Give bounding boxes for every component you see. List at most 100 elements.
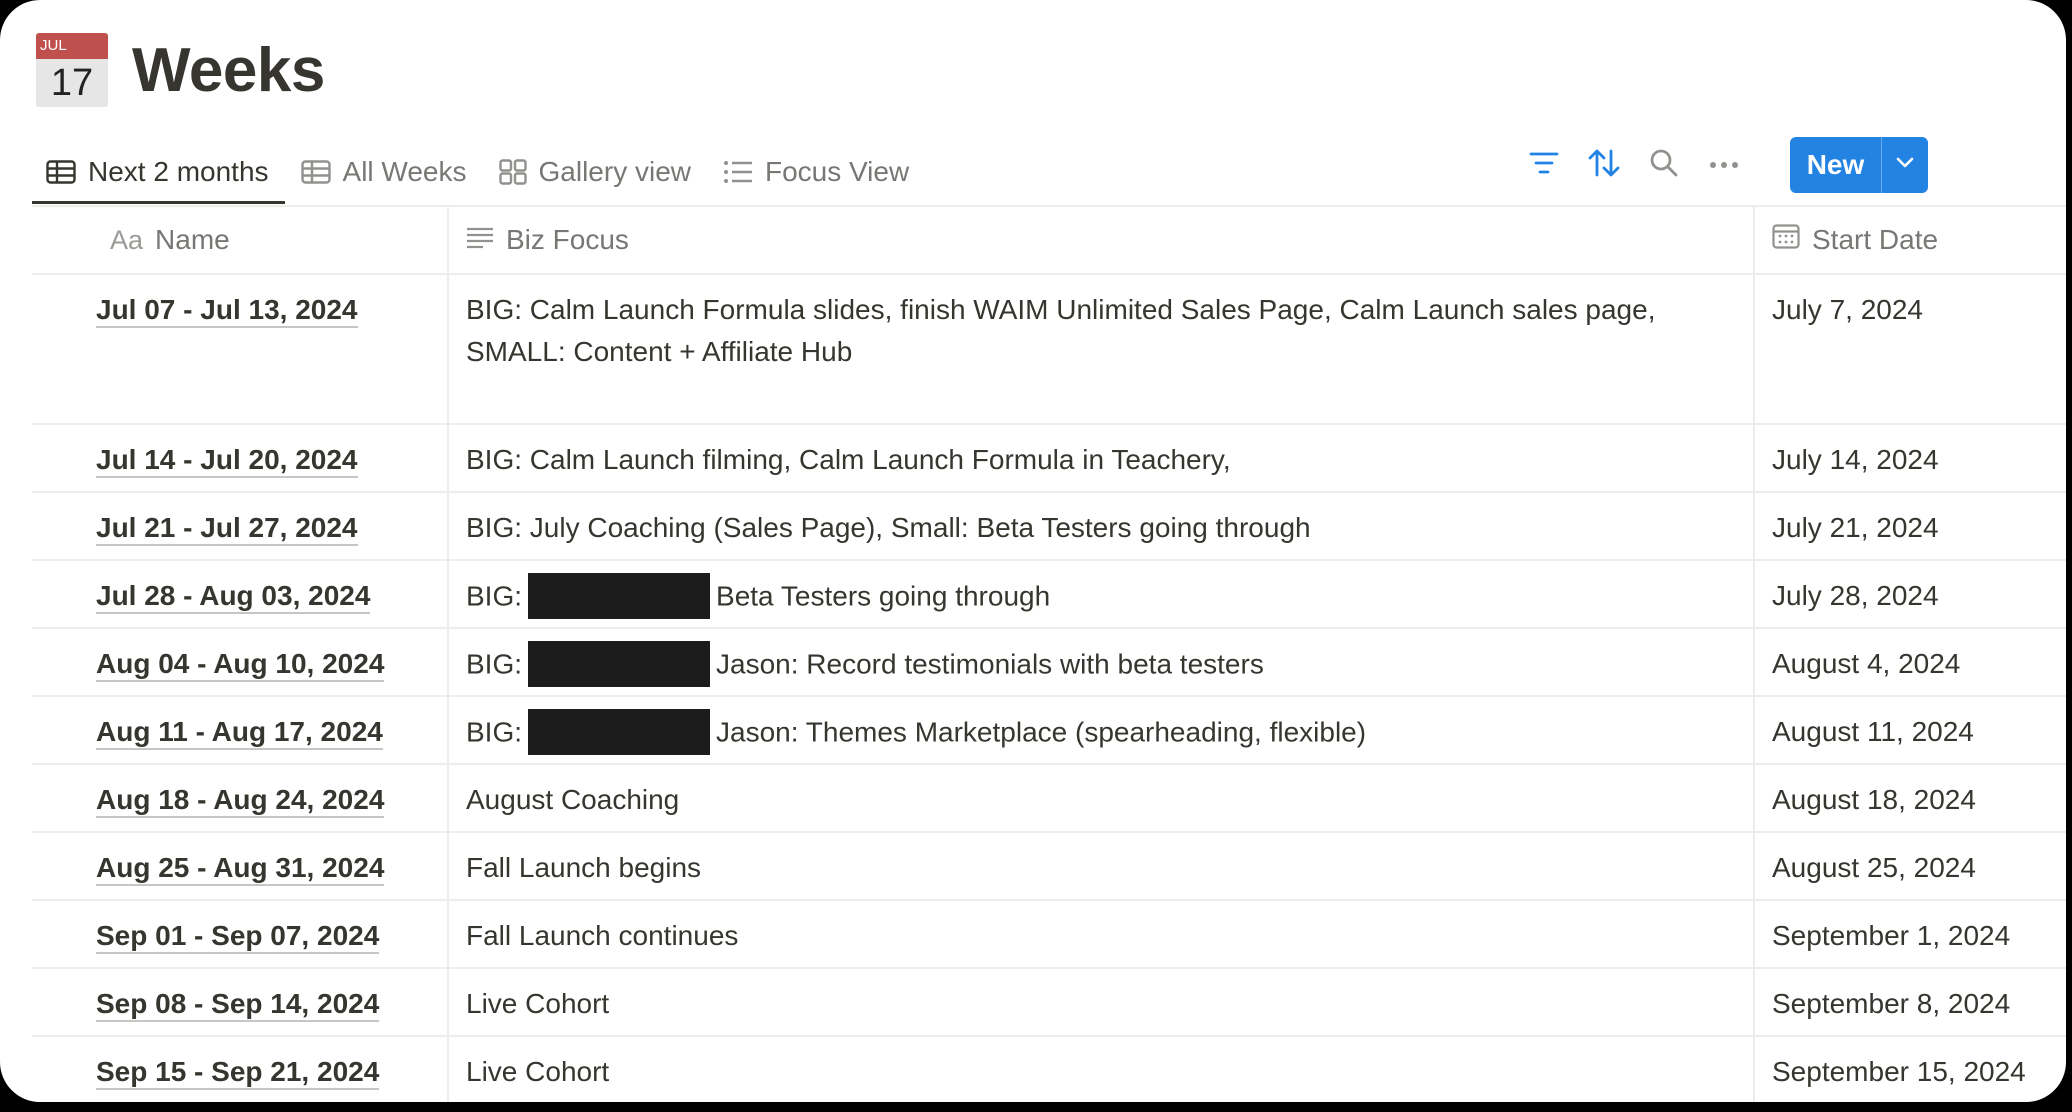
name-cell[interactable]: Aug 25 - Aug 31, 2024 <box>32 833 449 899</box>
start-date-cell[interactable]: August 25, 2024 <box>1755 833 2066 899</box>
biz-focus-cell[interactable]: BIG: Calm Launch filming, Calm Launch Fo… <box>449 425 1755 491</box>
search-icon <box>1649 148 1679 183</box>
sort-icon <box>1588 148 1620 183</box>
row-title-link[interactable]: Jul 07 - Jul 13, 2024 <box>96 294 358 328</box>
table-row[interactable]: Jul 28 - Aug 03, 2024 BIG: Beta Testers g… <box>32 561 2066 629</box>
biz-focus-text: Beta Testers going through <box>716 580 1051 612</box>
calendar-icon-month: JUL <box>40 37 67 54</box>
table-row[interactable]: Jul 21 - Jul 27, 2024 BIG: July Coaching… <box>32 493 2066 561</box>
biz-focus-cell[interactable]: BIG: July Coaching (Sales Page), Small: … <box>449 493 1755 559</box>
start-date-cell[interactable]: July 28, 2024 <box>1755 561 2066 627</box>
calendar-icon <box>1772 219 1800 261</box>
tab-all-weeks[interactable]: All Weeks <box>285 140 483 204</box>
table-row[interactable]: Jul 14 - Jul 20, 2024 BIG: Calm Launch f… <box>32 425 2066 493</box>
table-row[interactable]: Sep 01 - Sep 07, 2024 Fall Launch contin… <box>32 901 2066 969</box>
start-date-cell[interactable]: July 7, 2024 <box>1755 275 2066 423</box>
start-date-cell[interactable]: September 15, 2024 <box>1755 1037 2066 1102</box>
row-title-link[interactable]: Aug 04 - Aug 10, 2024 <box>96 648 385 682</box>
tab-label: Focus View <box>764 156 910 187</box>
name-cell[interactable]: Sep 01 - Sep 07, 2024 <box>32 901 449 967</box>
row-title-link[interactable]: Aug 25 - Aug 31, 2024 <box>96 852 385 886</box>
start-date-cell[interactable]: July 21, 2024 <box>1755 493 2066 559</box>
column-header-label: Biz Focus <box>506 224 629 255</box>
biz-focus-cell[interactable]: Live Cohort <box>449 969 1755 1035</box>
name-cell[interactable]: Sep 15 - Sep 21, 2024 <box>32 1037 449 1102</box>
table-row[interactable]: Aug 18 - Aug 24, 2024 August Coaching Au… <box>32 765 2066 833</box>
biz-focus-cell[interactable]: Fall Launch begins <box>449 833 1755 899</box>
name-cell[interactable]: Aug 11 - Aug 17, 2024 <box>32 697 449 763</box>
row-title-link[interactable]: Sep 08 - Sep 14, 2024 <box>96 988 380 1022</box>
database-table: Aa Name Biz Focus Start Date Jul 07 - Ju… <box>32 205 2066 1102</box>
row-title-link[interactable]: Jul 14 - Jul 20, 2024 <box>96 444 358 478</box>
page-header: JUL 17 Weeks <box>36 30 325 110</box>
row-title-link[interactable]: Aug 11 - Aug 17, 2024 <box>96 716 383 750</box>
sort-button[interactable] <box>1580 141 1628 189</box>
table-icon <box>46 160 76 184</box>
filter-button[interactable] <box>1520 141 1568 189</box>
tab-label: Gallery view <box>538 156 691 187</box>
name-cell[interactable]: Aug 18 - Aug 24, 2024 <box>32 765 449 831</box>
search-button[interactable] <box>1640 141 1688 189</box>
name-cell[interactable]: Aug 04 - Aug 10, 2024 <box>32 629 449 695</box>
table-icon <box>300 160 331 184</box>
table-header-row: Aa Name Biz Focus Start Date <box>32 207 2066 275</box>
column-header-label: Start Date <box>1812 224 1939 255</box>
start-date-cell[interactable]: August 11, 2024 <box>1755 697 2066 763</box>
tab-label: All Weeks <box>342 156 467 187</box>
tab-label: Next 2 months <box>88 156 269 187</box>
view-toolbar: New <box>1520 137 1928 193</box>
text-lines-icon <box>466 219 494 261</box>
biz-focus-cell[interactable]: BIG: Jason: Record testimonials with beta… <box>449 629 1755 695</box>
start-date-cell[interactable]: August 4, 2024 <box>1755 629 2066 695</box>
more-options-button[interactable] <box>1700 141 1748 189</box>
biz-focus-cell[interactable]: Fall Launch continues <box>449 901 1755 967</box>
row-title-link[interactable]: Sep 01 - Sep 07, 2024 <box>96 920 380 954</box>
row-title-link[interactable]: Sep 15 - Sep 21, 2024 <box>96 1056 380 1090</box>
table-row[interactable]: Jul 07 - Jul 13, 2024 BIG: Calm Launch F… <box>32 275 2066 425</box>
start-date-cell[interactable]: August 18, 2024 <box>1755 765 2066 831</box>
name-cell[interactable]: Jul 14 - Jul 20, 2024 <box>32 425 449 491</box>
start-date-cell[interactable]: September 1, 2024 <box>1755 901 2066 967</box>
biz-focus-text: Jason: Themes Marketplace (spearheading,… <box>716 716 1367 748</box>
gallery-icon <box>498 159 527 185</box>
name-cell[interactable]: Jul 21 - Jul 27, 2024 <box>32 493 449 559</box>
table-row[interactable]: Aug 11 - Aug 17, 2024 BIG: Jason: Themes … <box>32 697 2066 765</box>
start-date-cell[interactable]: September 8, 2024 <box>1755 969 2066 1035</box>
start-date-cell[interactable]: July 14, 2024 <box>1755 425 2066 491</box>
table-row[interactable]: Aug 04 - Aug 10, 2024 BIG: Jason: Record … <box>32 629 2066 697</box>
biz-focus-line: SMALL: Content + Affiliate Hub <box>466 336 853 367</box>
list-icon <box>723 160 753 184</box>
name-cell[interactable]: Jul 07 - Jul 13, 2024 <box>32 275 449 423</box>
filter-icon <box>1529 151 1559 180</box>
redaction-block <box>528 709 711 755</box>
biz-focus-prefix: BIG: <box>466 580 523 612</box>
table-row[interactable]: Aug 25 - Aug 31, 2024 Fall Launch begins… <box>32 833 2066 901</box>
calendar-icon[interactable]: JUL 17 <box>36 33 108 107</box>
more-icon <box>1709 156 1739 174</box>
biz-focus-cell[interactable]: BIG: Calm Launch Formula slides, finish … <box>449 275 1755 423</box>
calendar-icon-top: JUL <box>36 33 108 59</box>
tab-focus-view[interactable]: Focus View <box>707 140 925 204</box>
new-dropdown-button[interactable] <box>1882 137 1928 193</box>
tab-next-2-months[interactable]: Next 2 months <box>32 140 285 204</box>
name-cell[interactable]: Jul 28 - Aug 03, 2024 <box>32 561 449 627</box>
calendar-icon-day: 17 <box>36 59 108 107</box>
row-title-link[interactable]: Aug 18 - Aug 24, 2024 <box>96 784 385 818</box>
name-cell[interactable]: Sep 08 - Sep 14, 2024 <box>32 969 449 1035</box>
biz-focus-cell[interactable]: BIG: Beta Testers going through <box>449 561 1755 627</box>
row-title-link[interactable]: Jul 28 - Aug 03, 2024 <box>96 580 371 614</box>
row-title-link[interactable]: Jul 21 - Jul 27, 2024 <box>96 512 358 546</box>
page-title[interactable]: Weeks <box>132 35 325 106</box>
table-row[interactable]: Sep 15 - Sep 21, 2024 Live Cohort Septem… <box>32 1037 2066 1102</box>
biz-focus-cell[interactable]: BIG: Jason: Themes Marketplace (spearhead… <box>449 697 1755 763</box>
new-button-group: New <box>1790 137 1928 193</box>
column-header-name[interactable]: Aa Name <box>32 207 449 273</box>
view-tabs: Next 2 months All Weeks Gallery view Foc… <box>32 140 925 204</box>
column-header-start-date[interactable]: Start Date <box>1755 207 2066 273</box>
biz-focus-cell[interactable]: Live Cohort <box>449 1037 1755 1102</box>
table-row[interactable]: Sep 08 - Sep 14, 2024 Live Cohort Septem… <box>32 969 2066 1037</box>
tab-gallery-view[interactable]: Gallery view <box>483 140 707 204</box>
biz-focus-cell[interactable]: August Coaching <box>449 765 1755 831</box>
column-header-biz-focus[interactable]: Biz Focus <box>449 207 1755 273</box>
new-button[interactable]: New <box>1790 137 1882 193</box>
